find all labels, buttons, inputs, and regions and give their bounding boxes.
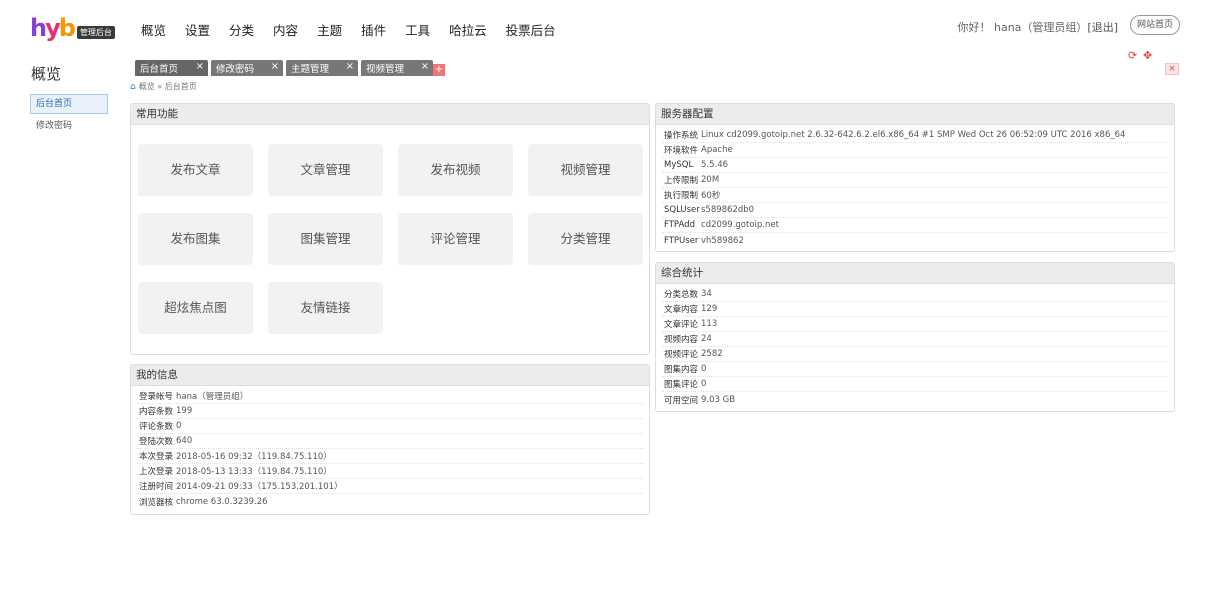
gallery-management-button[interactable]: 图集管理 <box>268 213 383 265</box>
info-row: 注册时间 2014-09-21 09:33（175.153.201.101） <box>137 479 643 494</box>
stat-row: 视频内容 24 <box>662 332 1168 347</box>
refresh-icon[interactable]: ⟳ <box>1128 50 1139 61</box>
category-management-button[interactable]: 分类管理 <box>528 213 643 265</box>
friend-links-button[interactable]: 友情链接 <box>268 282 383 334</box>
config-row: FTPUser vh589862 <box>664 235 744 246</box>
fullscreen-icon[interactable]: ✥ <box>1143 50 1154 61</box>
info-row: 上次登录 2018-05-13 13:33（119.84.75.110） <box>137 464 643 479</box>
tab-label: 视频管理 <box>366 64 405 75</box>
sidebar: 概览 后台首页 修改密码 <box>30 56 110 138</box>
site-home-button[interactable]: 网站首页 <box>1130 15 1180 35</box>
logo-badge: 管理后台 <box>76 25 115 39</box>
config-row: SQLUser s589862db0 <box>662 203 1168 218</box>
stat-row: 文章内容 129 <box>662 302 1168 317</box>
nav-item-content[interactable]: 内容 <box>273 20 298 39</box>
nav-item-themes[interactable]: 主题 <box>317 20 342 39</box>
stat-row: 视频评论 2582 <box>662 347 1168 362</box>
panel-title: 服务器配置 <box>656 104 1174 125</box>
close-icon[interactable]: × <box>271 61 279 72</box>
sidebar-item-change-password[interactable]: 修改密码 <box>30 116 108 136</box>
config-row: 执行限制 60秒 <box>662 188 1168 203</box>
tab-label: 主题管理 <box>291 64 330 75</box>
tab-dashboard[interactable]: 后台首页 × <box>135 60 208 76</box>
stat-row: 可用空间 9.03 GB <box>664 394 736 406</box>
focus-slider-button[interactable]: 超炫焦点图 <box>138 282 253 334</box>
common-functions-panel: 常用功能 发布文章 文章管理 发布视频 视频管理 发布图集 图集管理 评论管理 … <box>130 103 650 355</box>
breadcrumb-text: 概览 » 后台首页 <box>138 82 197 91</box>
publish-article-button[interactable]: 发布文章 <box>138 144 253 196</box>
tab-label: 后台首页 <box>140 64 179 75</box>
sidebar-item-dashboard[interactable]: 后台首页 <box>30 94 108 114</box>
tab-bar: 后台首页 × 修改密码 × 主题管理 × 视频管理 × + <box>135 60 445 76</box>
nav-item-tools[interactable]: 工具 <box>405 20 430 39</box>
nav-item-categories[interactable]: 分类 <box>229 20 254 39</box>
close-icon[interactable]: × <box>196 61 204 72</box>
stat-row: 文章评论 113 <box>662 317 1168 332</box>
info-row: 登陆次数 640 <box>137 434 643 449</box>
panel-title: 综合统计 <box>656 263 1174 284</box>
nav-item-settings[interactable]: 设置 <box>185 20 210 39</box>
video-management-button[interactable]: 视频管理 <box>528 144 643 196</box>
user-greeting: 你好！ hana（管理员组） <box>957 21 1088 34</box>
info-row: 本次登录 2018-05-16 09:32（119.84.75.110） <box>137 449 643 464</box>
config-row: FTPAdd cd2099.gotoip.net <box>662 218 1168 233</box>
article-management-button[interactable]: 文章管理 <box>268 144 383 196</box>
top-bar: hyb 管理后台 概览 设置 分类 内容 主题 插件 工具 哈拉云 投票后台 你… <box>0 0 1210 56</box>
config-row: MySQL 5.5.46 <box>662 158 1168 173</box>
tab-video-management[interactable]: 视频管理 × <box>361 60 433 76</box>
info-row: 内容条数 199 <box>137 404 643 419</box>
tab-theme-management[interactable]: 主题管理 × <box>286 60 358 76</box>
info-row: 登录帐号 hana（管理员组） <box>137 389 643 404</box>
close-icon[interactable]: × <box>346 61 354 72</box>
logo-mark: hyb <box>30 14 76 42</box>
stat-row: 图集内容 0 <box>662 362 1168 377</box>
panel-title: 常用功能 <box>131 104 649 125</box>
sidebar-list: 后台首页 修改密码 <box>30 94 110 136</box>
nav-item-vote-admin[interactable]: 投票后台 <box>506 20 556 39</box>
logout-link[interactable]: [退出] <box>1087 21 1118 34</box>
config-row: 环境软件 Apache <box>662 143 1168 158</box>
nav-item-plugins[interactable]: 插件 <box>361 20 386 39</box>
home-icon[interactable]: ⌂ <box>130 82 136 92</box>
info-row: 浏览器核 chrome 63.0.3239.26 <box>139 496 268 508</box>
nav-item-halayun[interactable]: 哈拉云 <box>449 20 487 39</box>
panel-title: 我的信息 <box>131 365 649 386</box>
comment-management-button[interactable]: 评论管理 <box>398 213 513 265</box>
publish-video-button[interactable]: 发布视频 <box>398 144 513 196</box>
add-tab-button[interactable]: + <box>433 64 445 76</box>
stat-row: 分类总数 34 <box>662 287 1168 302</box>
my-info-list: 登录帐号 hana（管理员组） 内容条数 199 评论条数 0 登陆次数 640 本次登… <box>131 386 649 509</box>
sidebar-title: 概览 <box>31 65 62 83</box>
stat-row: 图集评论 0 <box>662 377 1168 392</box>
main-nav: 概览 设置 分类 内容 主题 插件 工具 哈拉云 投票后台 <box>141 20 575 39</box>
breadcrumb: ⌂ 概览 » 后台首页 <box>130 81 197 92</box>
info-row: 评论条数 0 <box>137 419 643 434</box>
close-icon[interactable]: × <box>421 61 429 72</box>
config-row: 上传限制 20M <box>662 173 1168 188</box>
tab-change-password[interactable]: 修改密码 × <box>211 60 283 76</box>
user-info: 你好！ hana（管理员组）[退出] <box>957 19 1118 35</box>
server-config-list: 操作系统 Linux cd2099.gotoip.net 2.6.32-642.6… <box>656 125 1174 248</box>
my-info-panel: 我的信息 登录帐号 hana（管理员组） 内容条数 199 评论条数 0 登陆次数 64… <box>130 364 650 515</box>
logo[interactable]: hyb 管理后台 <box>30 16 115 40</box>
statistics-panel: 综合统计 分类总数 34 文章内容 129 文章评论 113 视频内容 24 视频评论 2… <box>655 262 1175 412</box>
statistics-list: 分类总数 34 文章内容 129 文章评论 113 视频内容 24 视频评论 2582 图… <box>656 284 1174 407</box>
close-all-tabs-button[interactable]: × <box>1165 63 1179 75</box>
config-row: 操作系统 Linux cd2099.gotoip.net 2.6.32-642.6… <box>662 128 1168 143</box>
nav-item-overview[interactable]: 概览 <box>141 20 166 39</box>
tab-label: 修改密码 <box>216 64 255 75</box>
tab-tools: ⟳ ✥ <box>1128 50 1154 61</box>
publish-gallery-button[interactable]: 发布图集 <box>138 213 253 265</box>
server-config-panel: 服务器配置 操作系统 Linux cd2099.gotoip.net 2.6.32… <box>655 103 1175 252</box>
